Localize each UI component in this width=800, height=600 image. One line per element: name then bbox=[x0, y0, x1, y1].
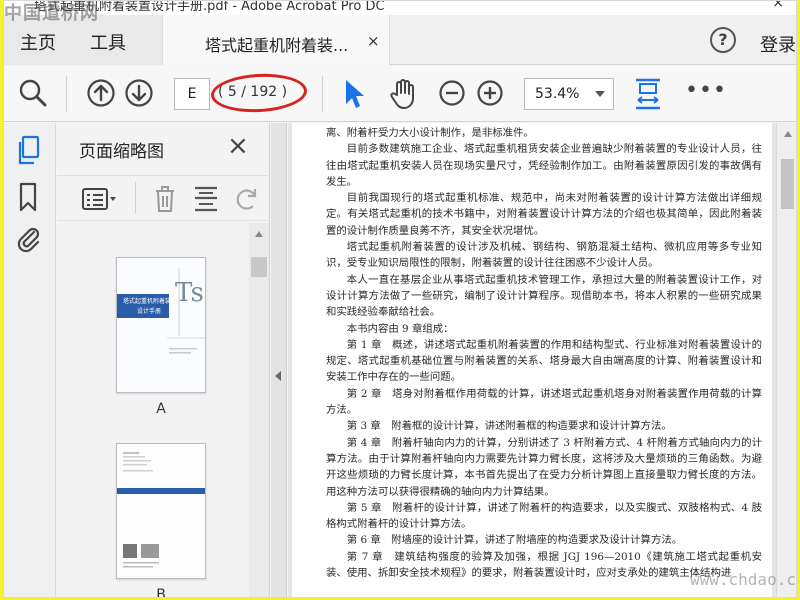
menu-bar: 主页 工具 塔式起重机附着装... × ? 登录 bbox=[4, 15, 796, 65]
paragraph: 塔式起重机附着装置的设计涉及机械、钢结构、钢筋混凝土结构、微机应用等多专业知识，… bbox=[326, 241, 762, 270]
panel-toolbar-separator bbox=[135, 182, 136, 214]
delete-pages-icon[interactable] bbox=[153, 184, 177, 218]
document-scrollbar[interactable] bbox=[776, 123, 796, 597]
watermark-bottom-right: www.chdao.com bbox=[690, 570, 796, 589]
thumbnail-cover-subtitle: 设计手册 bbox=[137, 308, 162, 315]
menu-tools[interactable]: 工具 bbox=[90, 29, 126, 55]
page-thumbnail-b[interactable] bbox=[116, 443, 206, 579]
toolbar-separator bbox=[322, 76, 323, 112]
paragraph: 第 1 章 概述，讲述塔式起重机附着装置的作用和结构型式、行业标准对附着装置设计… bbox=[326, 338, 762, 384]
toolbar: E ( 5 / 192 ) 53.4% ••• bbox=[4, 66, 796, 122]
document-scrollbar-thumb[interactable] bbox=[781, 159, 794, 209]
fit-page-width-icon[interactable] bbox=[634, 76, 662, 116]
hand-tool-icon[interactable] bbox=[388, 78, 418, 114]
page-number-input[interactable]: E bbox=[174, 78, 210, 110]
zoom-out-icon[interactable] bbox=[438, 78, 466, 112]
panel-collapse-handle[interactable] bbox=[271, 123, 287, 597]
login-button[interactable]: 登录 bbox=[760, 31, 796, 57]
pdf-page: 离、附着杆受力大小设计制作，是非标准件。目前多数建筑施工企业、塔式起重机租赁安装… bbox=[292, 123, 772, 597]
paragraph: 第 6 章 附墙座的设计计算，讲述了附墙座的构造要求及设计计算方法。 bbox=[346, 534, 683, 547]
scroll-up-icon[interactable] bbox=[255, 231, 263, 237]
document-tab-close-button[interactable]: × bbox=[367, 32, 380, 50]
paragraph: 第 2 章 塔身对附着框作用荷载的计算，讲述塔式起重机塔身对附着装置作用荷载的计… bbox=[326, 387, 762, 417]
attachments-icon[interactable] bbox=[16, 223, 42, 259]
scroll-up-icon[interactable] bbox=[784, 131, 792, 137]
toolbar-separator bbox=[66, 76, 67, 112]
page-thumbnails-icon[interactable] bbox=[16, 135, 42, 171]
thumbnail-cover-title: 塔式起重机附着装置 bbox=[123, 298, 178, 305]
paragraph: 离、附着杆受力大小设计制作，是非标准件。 bbox=[326, 127, 534, 139]
window-close-button[interactable]: × bbox=[772, 1, 784, 11]
select-cursor-icon[interactable] bbox=[342, 78, 366, 114]
extract-pages-icon[interactable] bbox=[193, 184, 219, 218]
paragraph: 第 4 章 附着杆轴向内力的计算，分别讲述了 3 杆附着方式、4 杆附着方式轴向… bbox=[326, 436, 762, 498]
paragraph: 本书内容由 9 章组成： bbox=[346, 322, 454, 335]
thumbnail-cover-mark: Ts bbox=[175, 278, 204, 308]
acrobat-window: 塔式起重机附着装置设计手册.pdf - Adobe Acrobat Pro DC… bbox=[3, 0, 797, 598]
page-thumbnails-panel: 页面缩略图 × 塔式起重机附着装置 设计手册 Ts A B bbox=[57, 123, 270, 598]
document-view[interactable]: 离、附着杆受力大小设计制作，是非标准件。目前多数建筑施工企业、塔式起重机租赁安装… bbox=[288, 123, 796, 597]
paragraph: 第 3 章 附着框的设计计算，讲述附着框的构造要求和设计计算方法。 bbox=[346, 420, 672, 433]
panel-toolbar bbox=[57, 175, 270, 221]
help-icon[interactable]: ? bbox=[710, 27, 736, 53]
rotate-page-icon[interactable] bbox=[233, 184, 259, 218]
paragraph: 本人一直在基层企业从事塔式起重机技术管理工作，承担过大量的附着装置设计工作，对设… bbox=[326, 273, 762, 319]
thumbnail-options-icon[interactable] bbox=[81, 186, 119, 216]
zoom-in-icon[interactable] bbox=[476, 78, 504, 112]
thumbnails-scrollbar[interactable] bbox=[249, 223, 269, 597]
navigation-rail bbox=[4, 123, 56, 597]
paragraph: 目前多数建筑施工企业、塔式起重机租赁安装企业普遍缺少附着装置的专业设计人员，往往… bbox=[326, 143, 762, 188]
thumbnail-label-b: B bbox=[156, 587, 166, 598]
previous-page-icon[interactable] bbox=[86, 78, 116, 112]
paragraph: 目前我国现行的塔式起重机标准、规范中，尚未对附着装置的设计计算方法做出详细规定。… bbox=[326, 192, 762, 237]
chevron-left-icon bbox=[275, 371, 281, 381]
red-highlight-oval bbox=[210, 71, 308, 115]
chevron-down-icon bbox=[595, 91, 605, 97]
menu-home[interactable]: 主页 bbox=[20, 29, 56, 55]
document-tab[interactable]: 塔式起重机附着装... × bbox=[162, 15, 390, 65]
page-thumbnail-a[interactable]: 塔式起重机附着装置 设计手册 Ts bbox=[116, 257, 206, 393]
search-icon[interactable] bbox=[18, 78, 48, 112]
paragraph: 第 5 章 附着杆的设计计算，讲述了附着杆的构造要求，以及实腹式、双肢格构式、4… bbox=[326, 501, 762, 531]
panel-close-button[interactable]: × bbox=[227, 131, 249, 161]
document-tab-label: 塔式起重机附着装... bbox=[205, 36, 349, 55]
more-tools-icon[interactable]: ••• bbox=[685, 78, 727, 103]
thumbnails-scrollbar-thumb[interactable] bbox=[251, 257, 267, 277]
watermark-top-left: 中国道桥网 bbox=[4, 3, 99, 24]
panel-title: 页面缩略图 bbox=[79, 142, 164, 162]
bookmarks-icon[interactable] bbox=[16, 181, 40, 217]
zoom-level-value: 53.4% bbox=[535, 86, 580, 102]
thumbnail-label-a: A bbox=[156, 401, 166, 417]
title-bar: 塔式起重机附着装置设计手册.pdf - Adobe Acrobat Pro DC… bbox=[4, 1, 796, 15]
zoom-level-select[interactable]: 53.4% bbox=[524, 78, 614, 110]
page-text: 离、附着杆受力大小设计制作，是非标准件。目前多数建筑施工企业、塔式起重机租赁安装… bbox=[326, 125, 762, 581]
next-page-icon[interactable] bbox=[124, 78, 154, 112]
